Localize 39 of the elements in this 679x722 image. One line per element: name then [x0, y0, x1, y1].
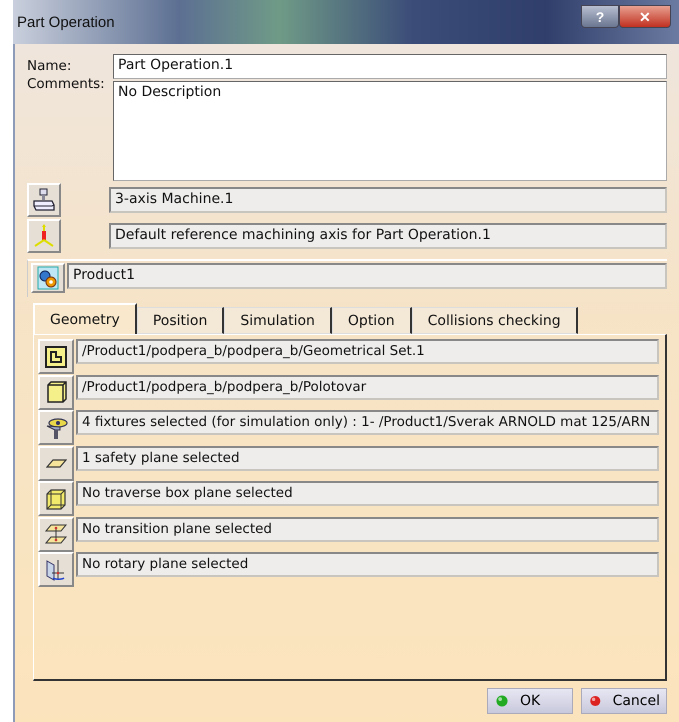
tab[interactable]: Geometry: [33, 303, 137, 334]
selection-field: /Product1/podpera_b/podpera_b/Geometrical Set.1: [76, 339, 659, 364]
cancel-button[interactable]: Cancel: [581, 688, 667, 714]
comments-label: Comments:: [27, 75, 106, 93]
window-title: Part Operation: [17, 14, 115, 31]
name-label: Name:: [27, 57, 72, 75]
status-dot-icon: [494, 693, 510, 709]
cube-button[interactable]: [38, 374, 74, 410]
box-button[interactable]: [38, 481, 74, 516]
plane-button[interactable]: [38, 446, 74, 480]
axis-field: Default reference machining axis for Part Operation.1: [109, 223, 667, 249]
comments-field[interactable]: No Description: [113, 81, 667, 181]
tab[interactable]: Collisions checking: [412, 307, 578, 334]
tab[interactable]: Position: [136, 307, 224, 334]
gears-icon: [35, 265, 61, 291]
product-button[interactable]: [31, 263, 65, 293]
status-dot-icon: [588, 693, 603, 709]
clamp-button[interactable]: [38, 410, 74, 445]
product-field: Product1: [67, 263, 667, 289]
machine-icon: [31, 187, 57, 213]
plane-icon: [46, 458, 66, 468]
name-field[interactable]: Part Operation.1: [113, 54, 667, 79]
planes-button[interactable]: [38, 516, 74, 552]
rotary-plane-button[interactable]: [38, 552, 74, 587]
tab[interactable]: Simulation: [224, 307, 332, 334]
selection-field: /Product1/podpera_b/podpera_b/Polotovar: [76, 374, 659, 400]
selection-field: No traverse box plane selected: [76, 481, 659, 506]
ok-button[interactable]: OK: [487, 688, 573, 714]
machine-button[interactable]: [27, 183, 61, 217]
close-button[interactable]: ✕: [619, 5, 671, 28]
machine-field: 3-axis Machine.1: [109, 187, 667, 213]
selection-field: 4 fixtures selected (for simulation only) : 1- /Product1/Sverak ARNOLD mat 125/ARN: [76, 410, 659, 435]
selection-field: No rotary plane selected: [76, 552, 659, 577]
axis-button[interactable]: [27, 219, 61, 253]
geometry-button[interactable]: [38, 339, 74, 374]
tab[interactable]: Option: [332, 307, 412, 334]
selection-field: 1 safety plane selected: [76, 446, 659, 470]
selection-field: No transition plane selected: [76, 516, 659, 542]
geometry-icon: [43, 344, 69, 370]
